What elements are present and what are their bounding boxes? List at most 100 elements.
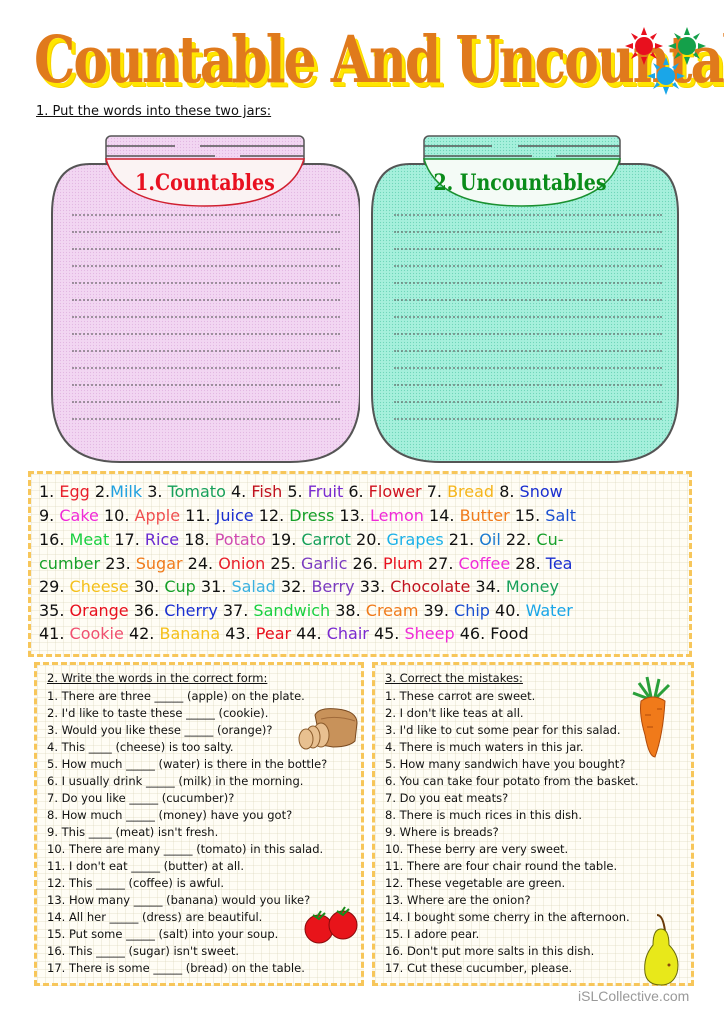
word-bank-line: 29. Cheese 30. Cup 31. Salad 32. Berry 3… [39, 577, 559, 596]
word-number: 7. [426, 482, 448, 501]
word-bank-word: Banana [159, 624, 221, 643]
task3-item: 16. Don't put more salts in this dish. [385, 944, 595, 958]
task2-item: 12. This _____ (coffee) is awful. [47, 876, 225, 890]
word-number: 2. [94, 482, 111, 501]
task2-box: 2. Write the words in the correct form: … [34, 662, 364, 986]
task2-item: 10. There are many _____ (tomato) in thi… [47, 842, 324, 856]
word-number: 22. [505, 530, 537, 549]
uncountables-answer-lines[interactable] [394, 214, 662, 434]
task3-item: 10. These berry are very sweet. [385, 842, 569, 856]
task3-item: 15. I adore pear. [385, 927, 480, 941]
word-number: 23. [105, 554, 136, 573]
word-number: 8. [499, 482, 520, 501]
task3-item: 14. I bought some cherry in the afternoo… [385, 910, 630, 924]
word-number: 34. [475, 577, 506, 596]
task2-item: 8. How much _____ (money) have you got? [47, 808, 293, 822]
word-number: 43. [225, 624, 256, 643]
word-number: 26. [352, 554, 384, 573]
word-bank-word: Cake [59, 506, 99, 525]
carrot-icon [632, 676, 671, 758]
word-number: 18. [184, 530, 215, 549]
tomatoes-icon [304, 906, 358, 944]
word-number: 32. [280, 577, 312, 596]
word-number: 3. [147, 482, 168, 501]
task2-item: 15. Put some _____ (salt) into your soup… [47, 927, 279, 941]
word-bank-word: Apple [134, 506, 181, 525]
task3-item: 3. I'd like to cut some pear for this sa… [385, 723, 621, 737]
word-bank-word: Bread [447, 482, 495, 501]
word-number: 10. [103, 506, 135, 525]
word-number: 28. [515, 554, 546, 573]
task2-item: 5. How much _____ (water) is there in th… [47, 757, 328, 771]
task2-item: 9. This ____ (meat) isn't fresh. [47, 825, 219, 839]
word-number: 12. [258, 506, 290, 525]
word-number: 6. [348, 482, 369, 501]
word-bank-word: Sandwich [253, 601, 331, 620]
word-bank-word: Tomato [167, 482, 226, 501]
task3-item: 11. There are four chair round the table… [385, 859, 618, 873]
word-bank-word: Berry [311, 577, 355, 596]
word-number: 41. [39, 624, 70, 643]
word-bank-line: 16. Meat 17. Rice 18. Potato 19. Carrot … [39, 530, 564, 549]
word-bank-word: Money [505, 577, 559, 596]
word-number: 20. [356, 530, 387, 549]
word-number: 37. [222, 601, 254, 620]
word-bank-line: 41. Cookie 42. Banana 43. Pear 44. Chair… [39, 624, 529, 643]
word-bank-word: Milk [110, 482, 143, 501]
task3-item: 17. Cut these cucumber, please. [385, 961, 573, 975]
word-number: 21. [448, 530, 480, 549]
word-bank-word: Onion [218, 554, 266, 573]
word-number: 17. [114, 530, 145, 549]
task3-item: 12. These vegetable are green. [385, 876, 566, 890]
task3-item: 1. These carrot are sweet. [385, 689, 536, 703]
task3-item: 8. There is much rices in this dish. [385, 808, 582, 822]
word-bank-word: Cup [164, 577, 196, 596]
word-bank-word: Chair [326, 624, 369, 643]
task3-item: 13. Where are the onion? [385, 893, 531, 907]
word-bank-word: Potato [214, 530, 266, 549]
word-number: 31. [200, 577, 232, 596]
word-bank-word: Butter [459, 506, 510, 525]
word-bank-word: Fish [251, 482, 283, 501]
countables-answer-lines[interactable] [72, 214, 340, 434]
task2-item: 13. How many _____ (banana) would you li… [47, 893, 311, 907]
uncountables-label: 2. Uncountables [433, 169, 607, 197]
word-bank-word: Orange [69, 601, 129, 620]
word-bank-word: Snow [519, 482, 563, 501]
task2-item: 17. There is some _____ (bread) on the t… [47, 961, 305, 975]
word-number: 40. [495, 601, 526, 620]
word-bank-word: Dress [289, 506, 335, 525]
word-bank-line: 1. Egg 2.Milk 3. Tomato 4. Fish 5. Fruit… [39, 482, 563, 501]
word-number: 38. [335, 601, 366, 620]
watermark: iSLCollective.com [578, 988, 690, 1004]
word-bank-word: Sugar [135, 554, 183, 573]
word-bank-word: Rice [144, 530, 180, 549]
word-bank-word: Salt [545, 506, 576, 525]
word-bank-word: Salad [231, 577, 276, 596]
task3-heading: 3. Correct the mistakes: [385, 671, 523, 685]
word-bank-word: Fruit [307, 482, 344, 501]
word-number: 1. [39, 482, 60, 501]
countables-label: 1.Countables [135, 169, 275, 197]
task2-item: 14. All her _____ (dress) are beautiful. [47, 910, 263, 924]
word-number: 15. [514, 506, 546, 525]
task2-item: 7. Do you like _____ (cucumber)? [47, 791, 235, 805]
pear-icon [644, 914, 679, 986]
word-bank-word: Food [490, 624, 529, 643]
task3-item: 6. You can take four potato from the bas… [385, 774, 639, 788]
word-bank-word: cumber [39, 554, 101, 573]
task3-item: 5. How many sandwich have you bought? [385, 757, 626, 771]
word-number: 9. [39, 506, 60, 525]
word-number: 42. [128, 624, 160, 643]
uncountables-jar: 2. Uncountables [370, 134, 680, 464]
task3-box: 3. Correct the mistakes: 1. These carrot… [372, 662, 694, 986]
blue-sun-icon [647, 57, 685, 95]
word-bank-line: 35. Orange 36. Cherry 37. Sandwich 38. C… [39, 601, 573, 620]
word-bank-word: Oil [479, 530, 501, 549]
word-number: 36. [133, 601, 165, 620]
word-bank-line: cumber 23. Sugar 24. Onion 25. Garlic 26… [39, 554, 572, 573]
word-bank-word: Sheep [404, 624, 455, 643]
task1-instruction: 1. Put the words into these two jars: [36, 104, 272, 119]
task3-item: 2. I don't like teas at all. [385, 706, 524, 720]
word-number: 29. [39, 577, 70, 596]
